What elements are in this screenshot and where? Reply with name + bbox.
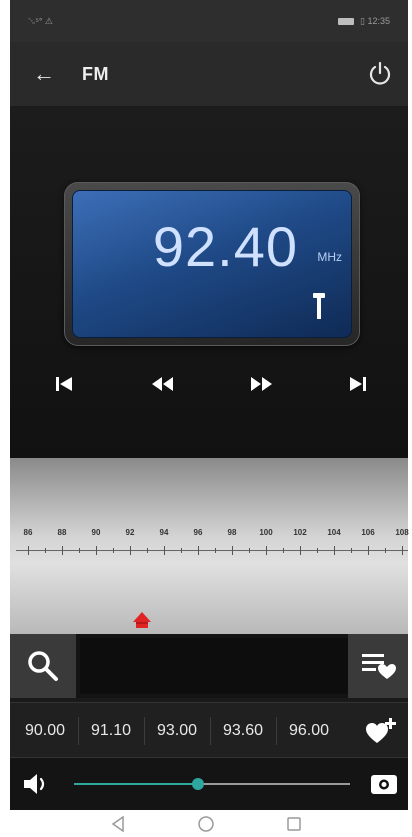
preset-divider [144,717,145,745]
scale-major-tick [198,546,199,555]
fm-radio-app: ␖⁵ᐤ ⚠ ▯ 12:35 ← FM 92.40 MHz 86 88 90 92… [10,0,409,837]
volume-row [10,758,408,810]
scale-major-tick [232,546,233,555]
search-button[interactable] [10,634,76,698]
battery-icon [338,17,355,25]
scale-label: 102 [293,528,307,537]
scale-label: 106 [361,528,375,537]
preset-station-button[interactable]: 93.00 [144,703,210,759]
scale-minor-tick [45,548,46,553]
scale-major-tick [164,546,165,555]
scale-major-tick [28,546,29,555]
previous-station-button[interactable] [42,362,86,406]
scale-minor-tick [351,548,352,553]
scale-major-tick [402,546,403,555]
scale-major-tick [266,546,267,555]
status-right: ▯ 12:35 [338,16,390,27]
volume-thumb[interactable] [192,778,205,790]
home-nav-icon[interactable] [196,815,216,833]
frequency-unit: MHz [317,250,342,264]
main-panel: 92.40 MHz [10,106,408,458]
scale-line [16,550,408,551]
scale-major-tick [334,546,335,555]
scale-minor-tick [113,548,114,553]
preset-station-button[interactable]: 91.10 [78,703,144,759]
scale-label: 88 [57,528,67,537]
app-bar: ← FM [10,42,408,106]
scale-label: 92 [125,528,135,537]
scale-label: 100 [259,528,273,537]
frequency-screen: 92.40 MHz [72,190,352,338]
rewind-icon [152,377,173,391]
recents-nav-icon[interactable] [284,815,304,833]
status-left: ␖⁵ᐤ ⚠ [28,15,54,26]
scale-label: 98 [227,528,237,537]
favorites-list-icon [362,654,396,679]
scale-label: 86 [23,528,33,537]
scale-major-tick [96,546,97,555]
skip-next-icon [350,377,366,391]
scale-major-tick [368,546,369,555]
record-icon[interactable] [370,772,398,796]
scale-label: 104 [327,528,341,537]
scale-minor-tick [215,548,216,553]
preset-station-button[interactable]: 90.00 [12,703,78,759]
volume-fill [74,783,199,785]
fast-forward-icon [251,377,272,391]
scale-label: 96 [193,528,203,537]
frequency-value: 92.40 [152,215,298,278]
seek-forward-button[interactable] [240,362,284,406]
scale-major-tick [130,546,131,555]
scale-major-tick [300,546,301,555]
preset-stations: 90.00 91.10 93.00 93.60 96.00 [10,702,408,758]
tuning-pointer-icon[interactable] [132,611,152,629]
skip-previous-icon [56,377,72,391]
scale-minor-tick [283,548,284,553]
page-title: FM [82,63,109,84]
scale-minor-tick [317,548,318,553]
speaker-icon[interactable] [22,771,52,797]
scale-minor-tick [79,548,80,553]
scale-minor-tick [147,548,148,553]
preset-station-button[interactable]: 93.60 [210,703,276,759]
tuning-dial[interactable]: 86 88 90 92 94 96 98 100 102 104 106 108 [10,458,409,634]
preset-divider [276,717,277,745]
search-icon [28,651,58,681]
arrow-left-icon[interactable]: ← [22,61,66,87]
preset-station-button[interactable]: 96.00 [276,703,342,759]
station-info-panel [80,638,350,694]
next-station-button[interactable] [336,362,380,406]
add-favorite-icon[interactable] [364,717,398,745]
frequency-display: 92.40 MHz [64,182,360,346]
scale-label: 90 [91,528,101,537]
volume-slider[interactable] [74,778,350,790]
back-nav-icon[interactable] [108,815,128,833]
scale-major-tick [62,546,63,555]
playback-controls [10,362,408,406]
preset-divider [78,717,79,745]
scale-label: 108 [395,528,409,537]
scale-label: 94 [159,528,169,537]
status-time: ▯ 12:35 [360,15,390,26]
scale-minor-tick [181,548,182,553]
frequency-scale: 86 88 90 92 94 96 98 100 102 104 106 108 [10,528,409,568]
status-bar: ␖⁵ᐤ ⚠ ▯ 12:35 [10,0,408,42]
system-nav-bar [0,810,412,837]
preset-divider [210,717,211,745]
antenna-icon [313,293,325,319]
scale-minor-tick [385,548,386,553]
power-icon[interactable] [366,60,394,88]
favorites-list-button[interactable] [348,634,408,698]
action-row [10,634,408,698]
scale-minor-tick [249,548,250,553]
seek-backward-button[interactable] [140,362,184,406]
